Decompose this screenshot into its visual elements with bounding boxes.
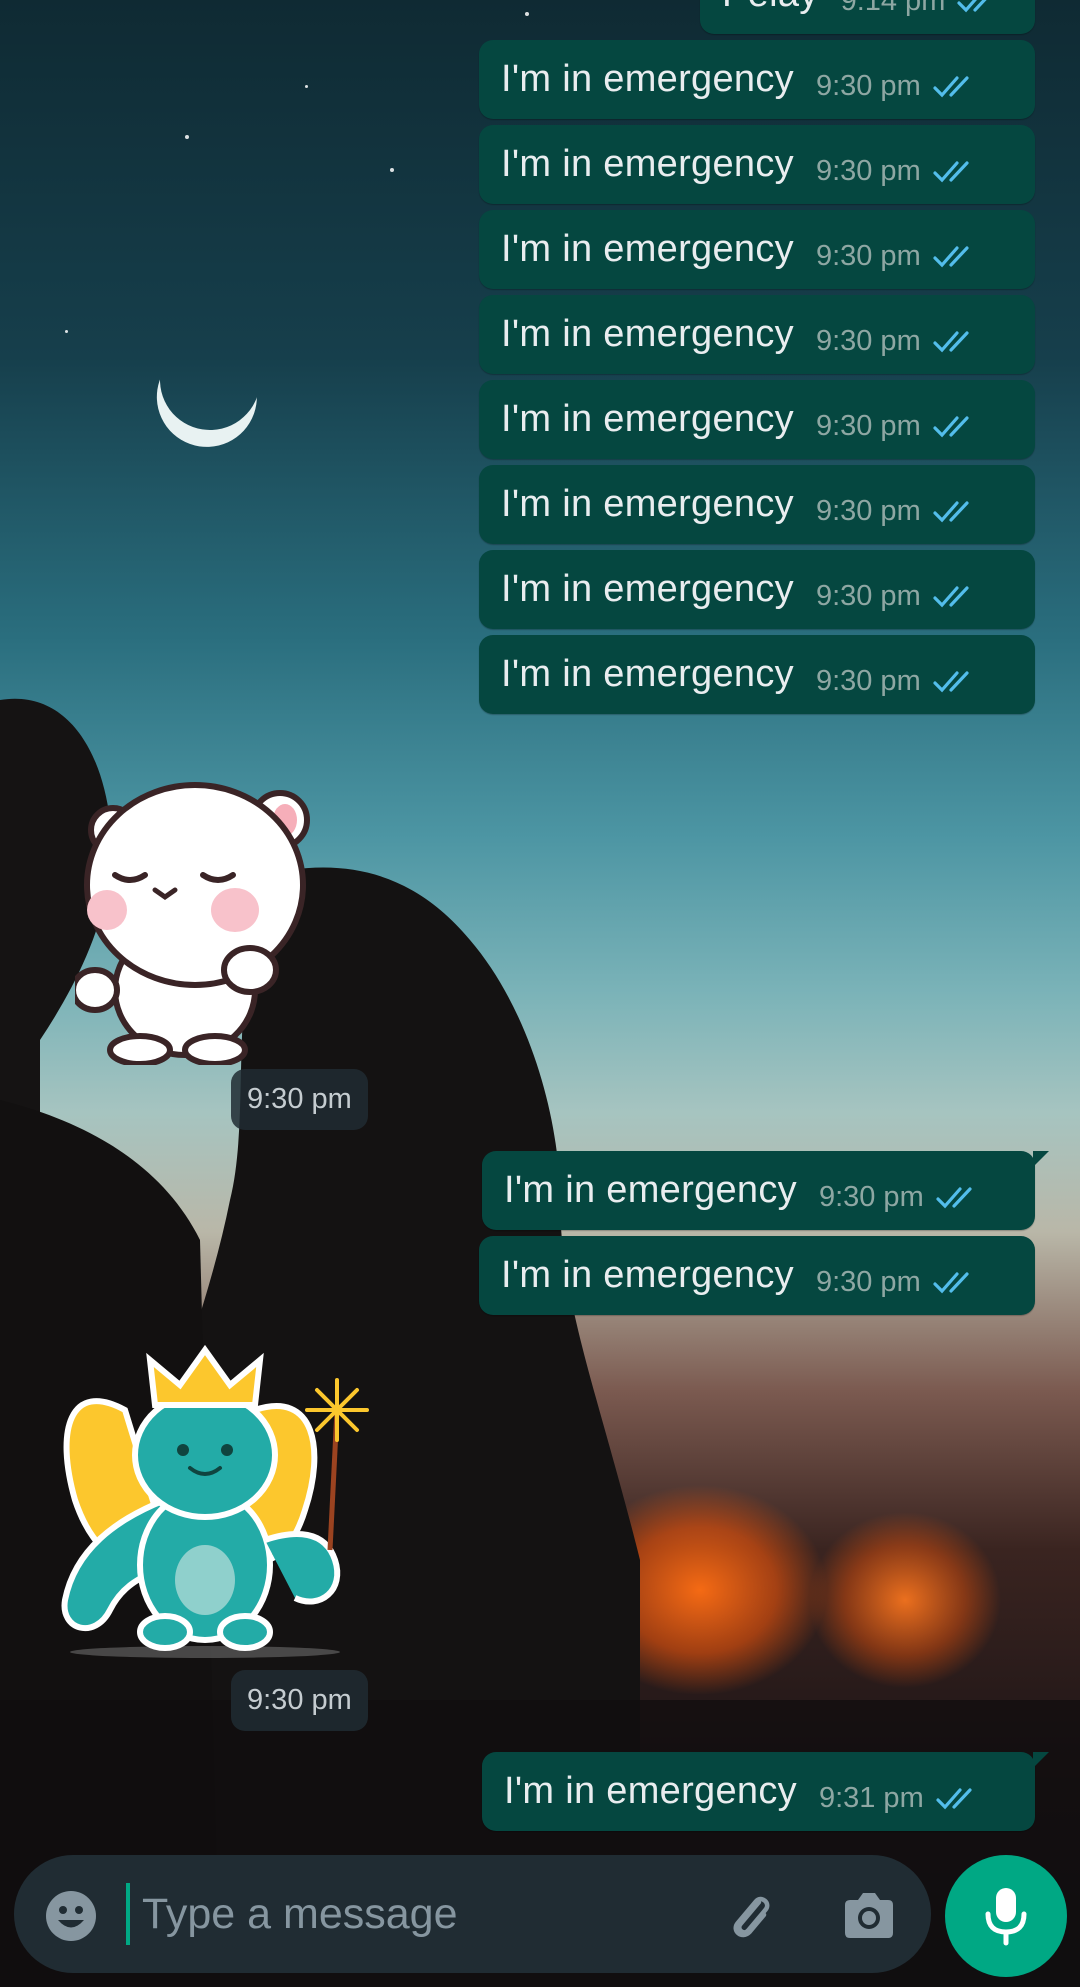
message-meta: 9:30 pm bbox=[816, 155, 979, 188]
message-bubble[interactable]: I'm in emergency 9:30 pm bbox=[479, 210, 1035, 289]
message-text: Pelay bbox=[722, 0, 819, 16]
crowned-monster-sticker[interactable] bbox=[55, 1340, 385, 1660]
message-time: 9:31 pm bbox=[818, 1782, 924, 1814]
message-text: I'm in emergency bbox=[501, 1254, 794, 1296]
emoji-icon[interactable] bbox=[44, 1889, 98, 1943]
read-ticks-icon bbox=[936, 1787, 972, 1809]
message-meta: 9:30 pm bbox=[816, 495, 979, 528]
message-bubble[interactable]: I'm in emergency 9:30 pm bbox=[479, 125, 1035, 204]
message-bubble-partial[interactable]: Pelay 9:14 pm bbox=[700, 0, 1035, 34]
read-ticks-icon bbox=[933, 245, 969, 267]
message-meta: 9:30 pm bbox=[816, 240, 979, 273]
message-time: 9:30 pm bbox=[818, 1181, 924, 1213]
message-time: 9:30 pm bbox=[815, 325, 921, 357]
message-text: I'm in emergency bbox=[504, 1169, 797, 1211]
message-meta: 9:30 pm bbox=[816, 665, 979, 698]
message-bubble[interactable]: I'm in emergency 9:30 pm bbox=[479, 635, 1035, 714]
read-ticks-icon bbox=[933, 330, 969, 352]
read-ticks-icon bbox=[933, 670, 969, 692]
message-time: 9:30 pm bbox=[815, 410, 921, 442]
star bbox=[65, 330, 68, 333]
message-meta: 9:30 pm bbox=[819, 1181, 982, 1214]
message-meta: 9:30 pm bbox=[816, 70, 979, 103]
message-text: I'm in emergency bbox=[501, 653, 794, 695]
message-text: I'm in emergency bbox=[501, 143, 794, 185]
message-meta: 9:30 pm bbox=[816, 325, 979, 358]
message-text: I'm in emergency bbox=[501, 483, 794, 525]
star bbox=[525, 12, 529, 16]
read-ticks-icon bbox=[933, 585, 969, 607]
message-text: I'm in emergency bbox=[501, 313, 794, 355]
read-ticks-icon bbox=[957, 0, 987, 12]
message-text: I'm in emergency bbox=[501, 398, 794, 440]
message-meta: 9:30 pm bbox=[816, 580, 979, 613]
attach-icon[interactable] bbox=[720, 1885, 780, 1945]
message-bubble[interactable]: I'm in emergency 9:30 pm bbox=[482, 1151, 1049, 1230]
read-ticks-icon bbox=[936, 1186, 972, 1208]
message-bubble[interactable]: I'm in emergency 9:30 pm bbox=[479, 295, 1035, 374]
star bbox=[185, 135, 189, 139]
read-ticks-icon bbox=[933, 415, 969, 437]
message-time: 9:30 pm bbox=[815, 1266, 921, 1298]
message-meta: 9:31 pm bbox=[819, 1782, 982, 1815]
message-bubble[interactable]: I'm in emergency 9:30 pm bbox=[479, 380, 1035, 459]
mic-button[interactable] bbox=[945, 1855, 1067, 1977]
message-bubble[interactable]: I'm in emergency 9:30 pm bbox=[479, 1236, 1035, 1315]
message-time: 9:30 pm bbox=[815, 155, 921, 187]
message-composer: Type a message bbox=[14, 1855, 931, 1973]
camera-icon[interactable] bbox=[840, 1887, 898, 1945]
message-text: I'm in emergency bbox=[504, 1770, 797, 1812]
read-ticks-icon bbox=[933, 75, 969, 97]
sticker-time: 9:30 pm bbox=[231, 1069, 368, 1130]
message-time: 9:30 pm bbox=[815, 495, 921, 527]
message-bubble[interactable]: I'm in emergency 9:30 pm bbox=[479, 465, 1035, 544]
message-time: 9:30 pm bbox=[815, 665, 921, 697]
message-text: I'm in emergency bbox=[501, 58, 794, 100]
message-text: I'm in emergency bbox=[501, 568, 794, 610]
star bbox=[305, 85, 308, 88]
message-time: 9:30 pm bbox=[815, 70, 921, 102]
message-input[interactable]: Type a message bbox=[142, 1890, 458, 1939]
message-time: 9:30 pm bbox=[815, 240, 921, 272]
mic-icon bbox=[985, 1888, 1027, 1946]
message-meta: 9:30 pm bbox=[816, 410, 979, 443]
message-bubble[interactable]: I'm in emergency 9:30 pm bbox=[479, 40, 1035, 119]
text-cursor bbox=[126, 1883, 130, 1945]
message-text: I'm in emergency bbox=[501, 228, 794, 270]
message-meta: 9:30 pm bbox=[816, 1266, 979, 1299]
message-bubble[interactable]: I'm in emergency 9:30 pm bbox=[479, 550, 1035, 629]
star bbox=[390, 168, 394, 172]
read-ticks-icon bbox=[933, 500, 969, 522]
bear-sticker[interactable] bbox=[75, 765, 325, 1065]
read-ticks-icon bbox=[933, 160, 969, 182]
message-meta: 9:14 pm bbox=[841, 0, 1004, 18]
message-time: 9:30 pm bbox=[815, 580, 921, 612]
message-bubble[interactable]: I'm in emergency 9:31 pm bbox=[482, 1752, 1049, 1831]
message-time: 9:14 pm bbox=[840, 0, 946, 17]
read-ticks-icon bbox=[933, 1271, 969, 1293]
sticker-time: 9:30 pm bbox=[231, 1670, 368, 1731]
